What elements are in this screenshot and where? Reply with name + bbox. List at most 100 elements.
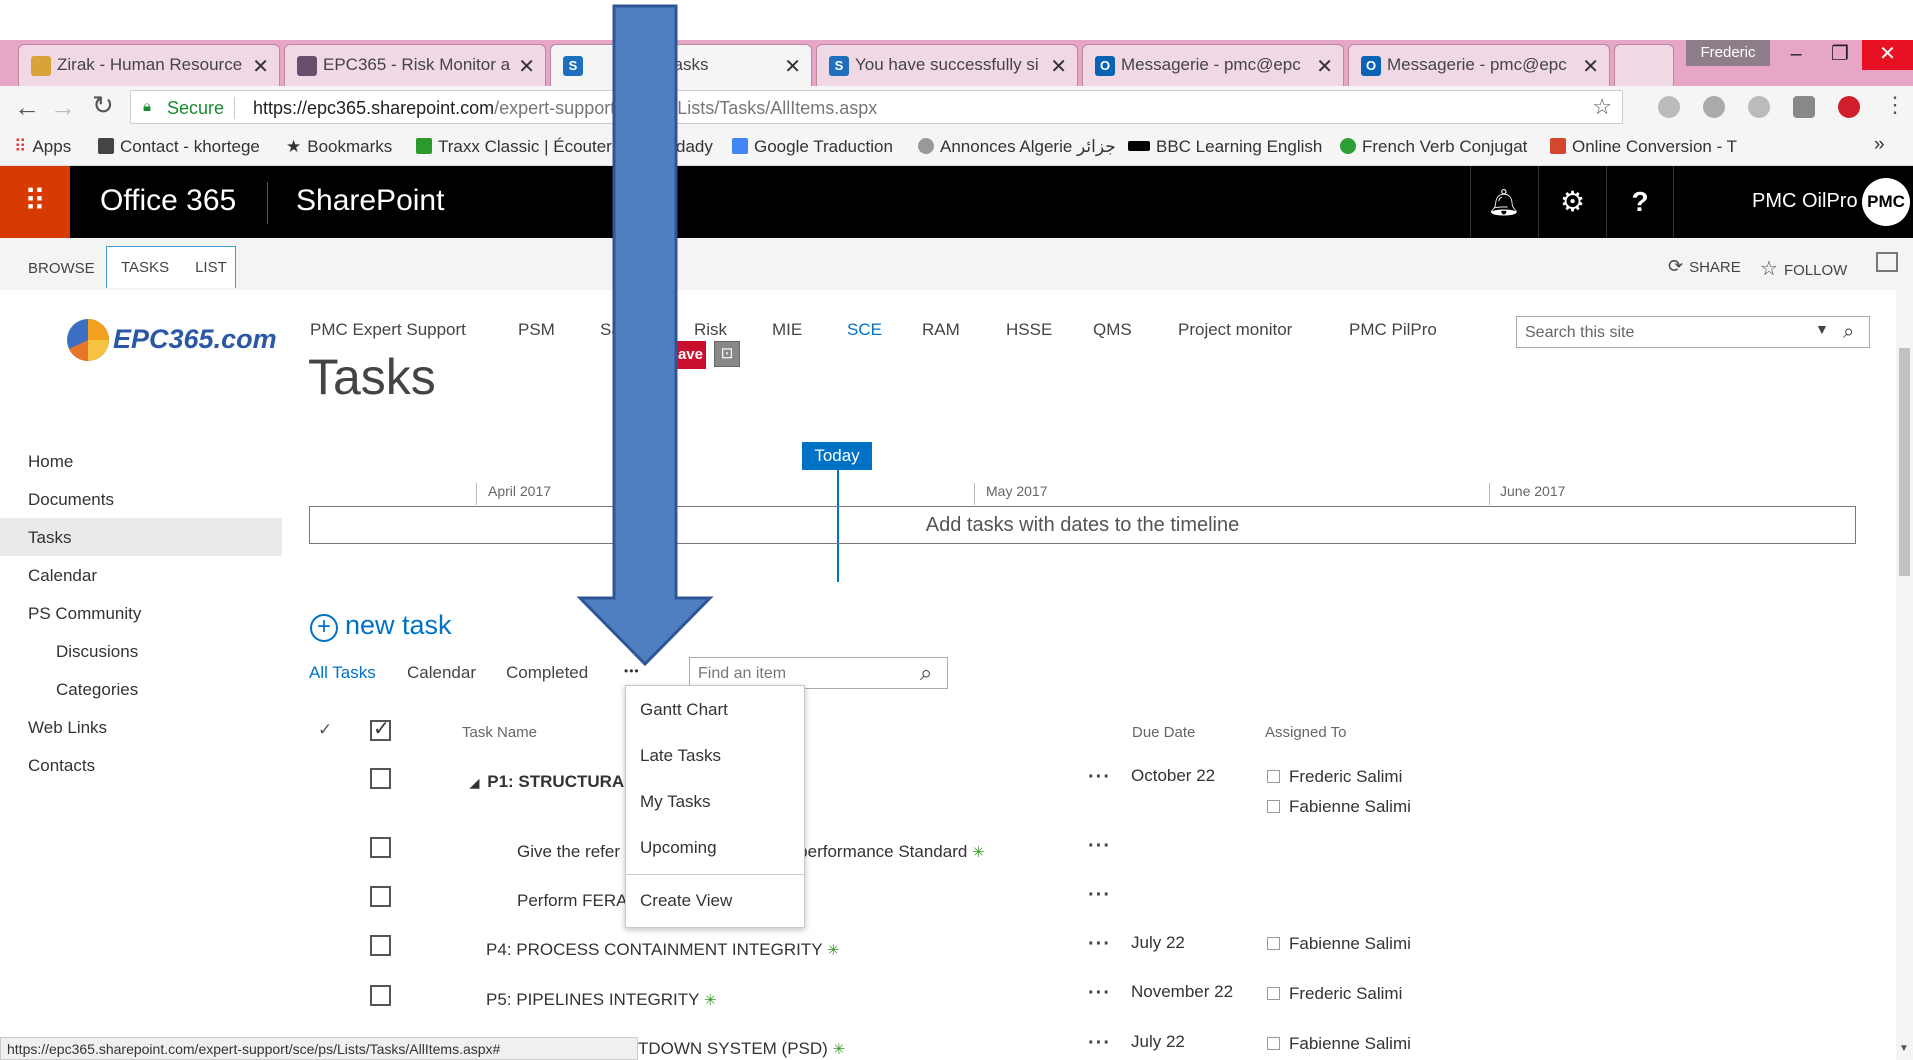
search-edit-icon[interactable]: ⊡: [714, 341, 740, 367]
menu-item-create-view[interactable]: Create View: [640, 891, 732, 911]
bookmark-item[interactable]: BBC Learning English: [1128, 137, 1322, 157]
row-ellipsis-icon[interactable]: ···: [1088, 884, 1111, 907]
skype-extension-icon[interactable]: [1748, 96, 1770, 118]
user-name[interactable]: PMC OilPro: [1752, 190, 1858, 213]
site-logo-text[interactable]: EPC365.com: [113, 324, 277, 355]
menu-item-upcoming[interactable]: Upcoming: [640, 838, 717, 858]
column-assigned-to[interactable]: Assigned To: [1265, 724, 1346, 741]
pinterest-icon[interactable]: [1838, 96, 1860, 118]
view-all-tasks[interactable]: All Tasks: [309, 663, 376, 683]
extension-icon[interactable]: [1703, 96, 1725, 118]
view-completed[interactable]: Completed: [506, 663, 588, 683]
scroll-down-icon[interactable]: ▼: [1899, 1043, 1909, 1054]
task-row-title[interactable]: TDOWN SYSTEM (PSD) ✳: [638, 1039, 845, 1059]
chrome-menu-icon[interactable]: ⋮: [1884, 92, 1906, 118]
share-button[interactable]: ⟳ SHARE: [1668, 256, 1741, 277]
nav-tasks[interactable]: Tasks: [28, 528, 71, 548]
office-365-link[interactable]: Office 365: [100, 184, 236, 218]
task-row-title[interactable]: P4: PROCESS CONTAINMENT INTEGRITY ✳: [486, 940, 840, 960]
scrollbar-thumb[interactable]: [1899, 348, 1910, 576]
nav-web-links[interactable]: Web Links: [28, 718, 107, 738]
topnav-project-monitor[interactable]: Project monitor: [1178, 320, 1292, 340]
sharepoint-title[interactable]: SharePoint: [296, 184, 444, 218]
site-search-box[interactable]: Search this site ▼ ⌕: [1516, 316, 1870, 348]
row-checkbox[interactable]: [370, 935, 391, 956]
nav-home[interactable]: Home: [28, 452, 73, 472]
browser-tab[interactable]: S You have successfully si ✕: [816, 44, 1078, 86]
nav-categories[interactable]: Categories: [56, 680, 138, 700]
close-window-icon[interactable]: ✕: [1862, 40, 1913, 70]
topnav-pmc-expert-support[interactable]: PMC Expert Support: [310, 320, 466, 340]
close-tab-icon[interactable]: ✕: [1050, 54, 1067, 79]
follow-button[interactable]: ☆ FOLLOW: [1760, 256, 1847, 281]
topnav-pmc-pilpro[interactable]: PMC PilPro: [1349, 320, 1437, 340]
task-row-title[interactable]: P5: PIPELINES INTEGRITY ✳: [486, 990, 717, 1010]
bookmark-item[interactable]: Contact - khortege: [98, 137, 260, 157]
row-ellipsis-icon[interactable]: ···: [1088, 1032, 1111, 1055]
view-calendar[interactable]: Calendar: [407, 663, 476, 683]
close-tab-icon[interactable]: ✕: [252, 54, 269, 79]
row-checkbox[interactable]: [370, 837, 391, 858]
bookmark-item[interactable]: Online Conversion - T: [1550, 137, 1737, 157]
menu-item-my-tasks[interactable]: My Tasks: [640, 792, 711, 812]
back-arrow-icon[interactable]: ←: [14, 92, 40, 123]
bookmark-item[interactable]: French Verb Conjugat: [1340, 137, 1527, 157]
assignee[interactable]: Fabienne Salimi: [1267, 934, 1411, 954]
new-tab-button[interactable]: [1614, 44, 1674, 86]
url-bar[interactable]: 🔒︎ Secure https://epc365.sharepoint.com/…: [130, 90, 1623, 124]
topnav-sce[interactable]: SCE: [847, 320, 882, 340]
bell-icon[interactable]: 🔔︎: [1470, 166, 1538, 238]
bookmark-apps[interactable]: ⠿ Apps: [14, 137, 71, 157]
more-bookmarks-icon[interactable]: »: [1874, 134, 1885, 156]
bookmark-item[interactable]: Google Traduction: [732, 137, 893, 157]
assignee[interactable]: Frederic Salimi: [1267, 984, 1402, 1004]
browser-tab[interactable]: O Messagerie - pmc@epc ✕: [1348, 44, 1610, 86]
app-launcher-icon[interactable]: ⠿: [0, 166, 70, 238]
topnav-hsse[interactable]: HSSE: [1006, 320, 1052, 340]
extension-icon[interactable]: [1793, 96, 1815, 118]
close-tab-icon[interactable]: ✕: [1316, 54, 1333, 79]
close-tab-icon[interactable]: ✕: [784, 54, 801, 79]
close-tab-icon[interactable]: ✕: [518, 54, 535, 79]
column-task-name[interactable]: Task Name: [462, 724, 537, 741]
profile-badge[interactable]: Frederic: [1686, 40, 1770, 66]
row-ellipsis-icon[interactable]: ···: [1088, 933, 1111, 956]
row-ellipsis-icon[interactable]: ···: [1088, 982, 1111, 1005]
nav-discusions[interactable]: Discusions: [56, 642, 138, 662]
close-tab-icon[interactable]: ✕: [1582, 54, 1599, 79]
topnav-mie[interactable]: MIE: [772, 320, 802, 340]
nav-contacts[interactable]: Contacts: [28, 756, 95, 776]
select-all-checkbox[interactable]: ✓: [370, 718, 391, 741]
column-due-date[interactable]: Due Date: [1132, 724, 1195, 741]
assignee[interactable]: Frederic Salimi: [1267, 767, 1402, 787]
more-views-ellipsis[interactable]: •••: [624, 664, 640, 678]
search-icon[interactable]: ⌕: [920, 660, 932, 686]
new-task-link[interactable]: new task: [345, 610, 452, 641]
task-row-title[interactable]: Perform FERA: [517, 891, 628, 911]
row-checkbox[interactable]: [370, 985, 391, 1006]
topnav-psm[interactable]: PSM: [518, 320, 555, 340]
task-row-title[interactable]: ◢ P1: STRUCTURA: [470, 772, 624, 792]
page-scrollbar[interactable]: ▼: [1896, 290, 1913, 1060]
menu-item-gantt-chart[interactable]: Gantt Chart: [640, 700, 728, 720]
topnav-ram[interactable]: RAM: [922, 320, 960, 340]
focus-content-icon[interactable]: [1876, 252, 1898, 272]
row-ellipsis-icon[interactable]: ···: [1088, 835, 1111, 858]
row-ellipsis-icon[interactable]: ···: [1088, 766, 1111, 789]
assignee[interactable]: Fabienne Salimi: [1267, 797, 1411, 817]
bookmark-star-icon[interactable]: ☆: [1592, 94, 1612, 120]
nav-documents[interactable]: Documents: [28, 490, 114, 510]
tab-list[interactable]: LIST: [195, 259, 227, 276]
row-checkbox[interactable]: [370, 768, 391, 789]
timeline-bar[interactable]: Add tasks with dates to the timeline: [309, 506, 1856, 544]
search-scope-chevron-icon[interactable]: ▼: [1815, 321, 1829, 337]
browser-tab[interactable]: Zirak - Human Resource ✕: [18, 44, 280, 86]
bookmark-item[interactable]: ★ Bookmarks: [286, 137, 392, 157]
gear-icon[interactable]: ⚙: [1538, 166, 1606, 238]
skype-extension-icon[interactable]: [1658, 96, 1680, 118]
tab-browse[interactable]: BROWSE: [28, 248, 95, 290]
avatar[interactable]: PMC: [1862, 178, 1910, 226]
add-circle-icon[interactable]: +: [310, 614, 338, 642]
bookmark-item[interactable]: Annonces Algerie جزائر: [918, 137, 1116, 157]
browser-tab[interactable]: O Messagerie - pmc@epc ✕: [1082, 44, 1344, 86]
